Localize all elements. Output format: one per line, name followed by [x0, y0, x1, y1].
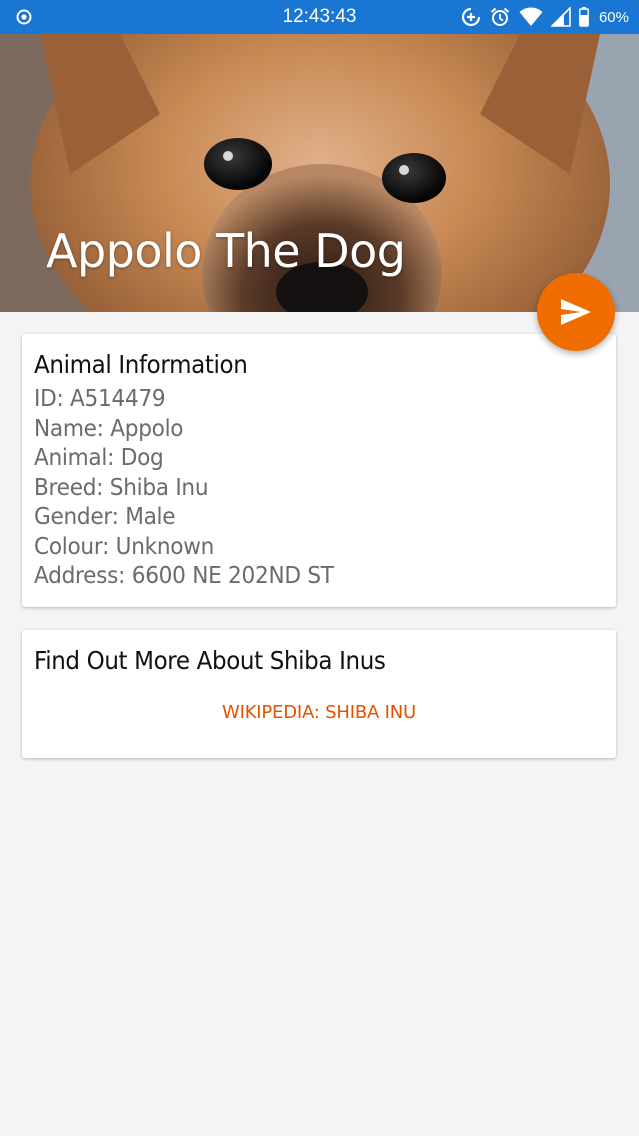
status-icons: 60% — [461, 0, 629, 34]
animal-info-card: Animal Information ID: A514479 Name: App… — [22, 334, 616, 607]
status-bar: 12:43:43 60% — [0, 0, 639, 34]
signal-icon — [550, 7, 571, 27]
info-colour: Colour: Unknown — [34, 533, 215, 560]
find-out-more-card: Find Out More About Shiba Inus WIKIPEDIA… — [22, 630, 616, 758]
page-title: Appolo The Dog — [46, 224, 406, 278]
battery-icon — [579, 7, 589, 27]
info-animal: Animal: Dog — [34, 445, 164, 471]
send-button[interactable] — [537, 273, 615, 351]
wikipedia-link-button[interactable]: WIKIPEDIA: SHIBA INU — [22, 702, 616, 723]
info-gender: Gender: Male — [34, 504, 176, 530]
animal-info-list: ID: A514479 Name: Appolo Animal: Dog Bre… — [34, 385, 604, 592]
battery-percent: 60% — [598, 8, 629, 26]
header-image: Appolo The Dog — [0, 34, 639, 312]
alarm-icon — [489, 6, 511, 28]
find-out-more-title: Find Out More About Shiba Inus — [34, 646, 386, 675]
wifi-icon — [519, 7, 543, 27]
data-saver-icon — [461, 7, 481, 27]
animal-info-title: Animal Information — [34, 350, 248, 379]
info-name: Name: Appolo — [34, 415, 184, 442]
info-id: ID: A514479 — [34, 386, 166, 412]
send-icon — [561, 299, 591, 325]
info-address: Address: 6600 NE 202ND ST — [34, 563, 334, 589]
info-breed: Breed: Shiba Inu — [34, 474, 209, 501]
